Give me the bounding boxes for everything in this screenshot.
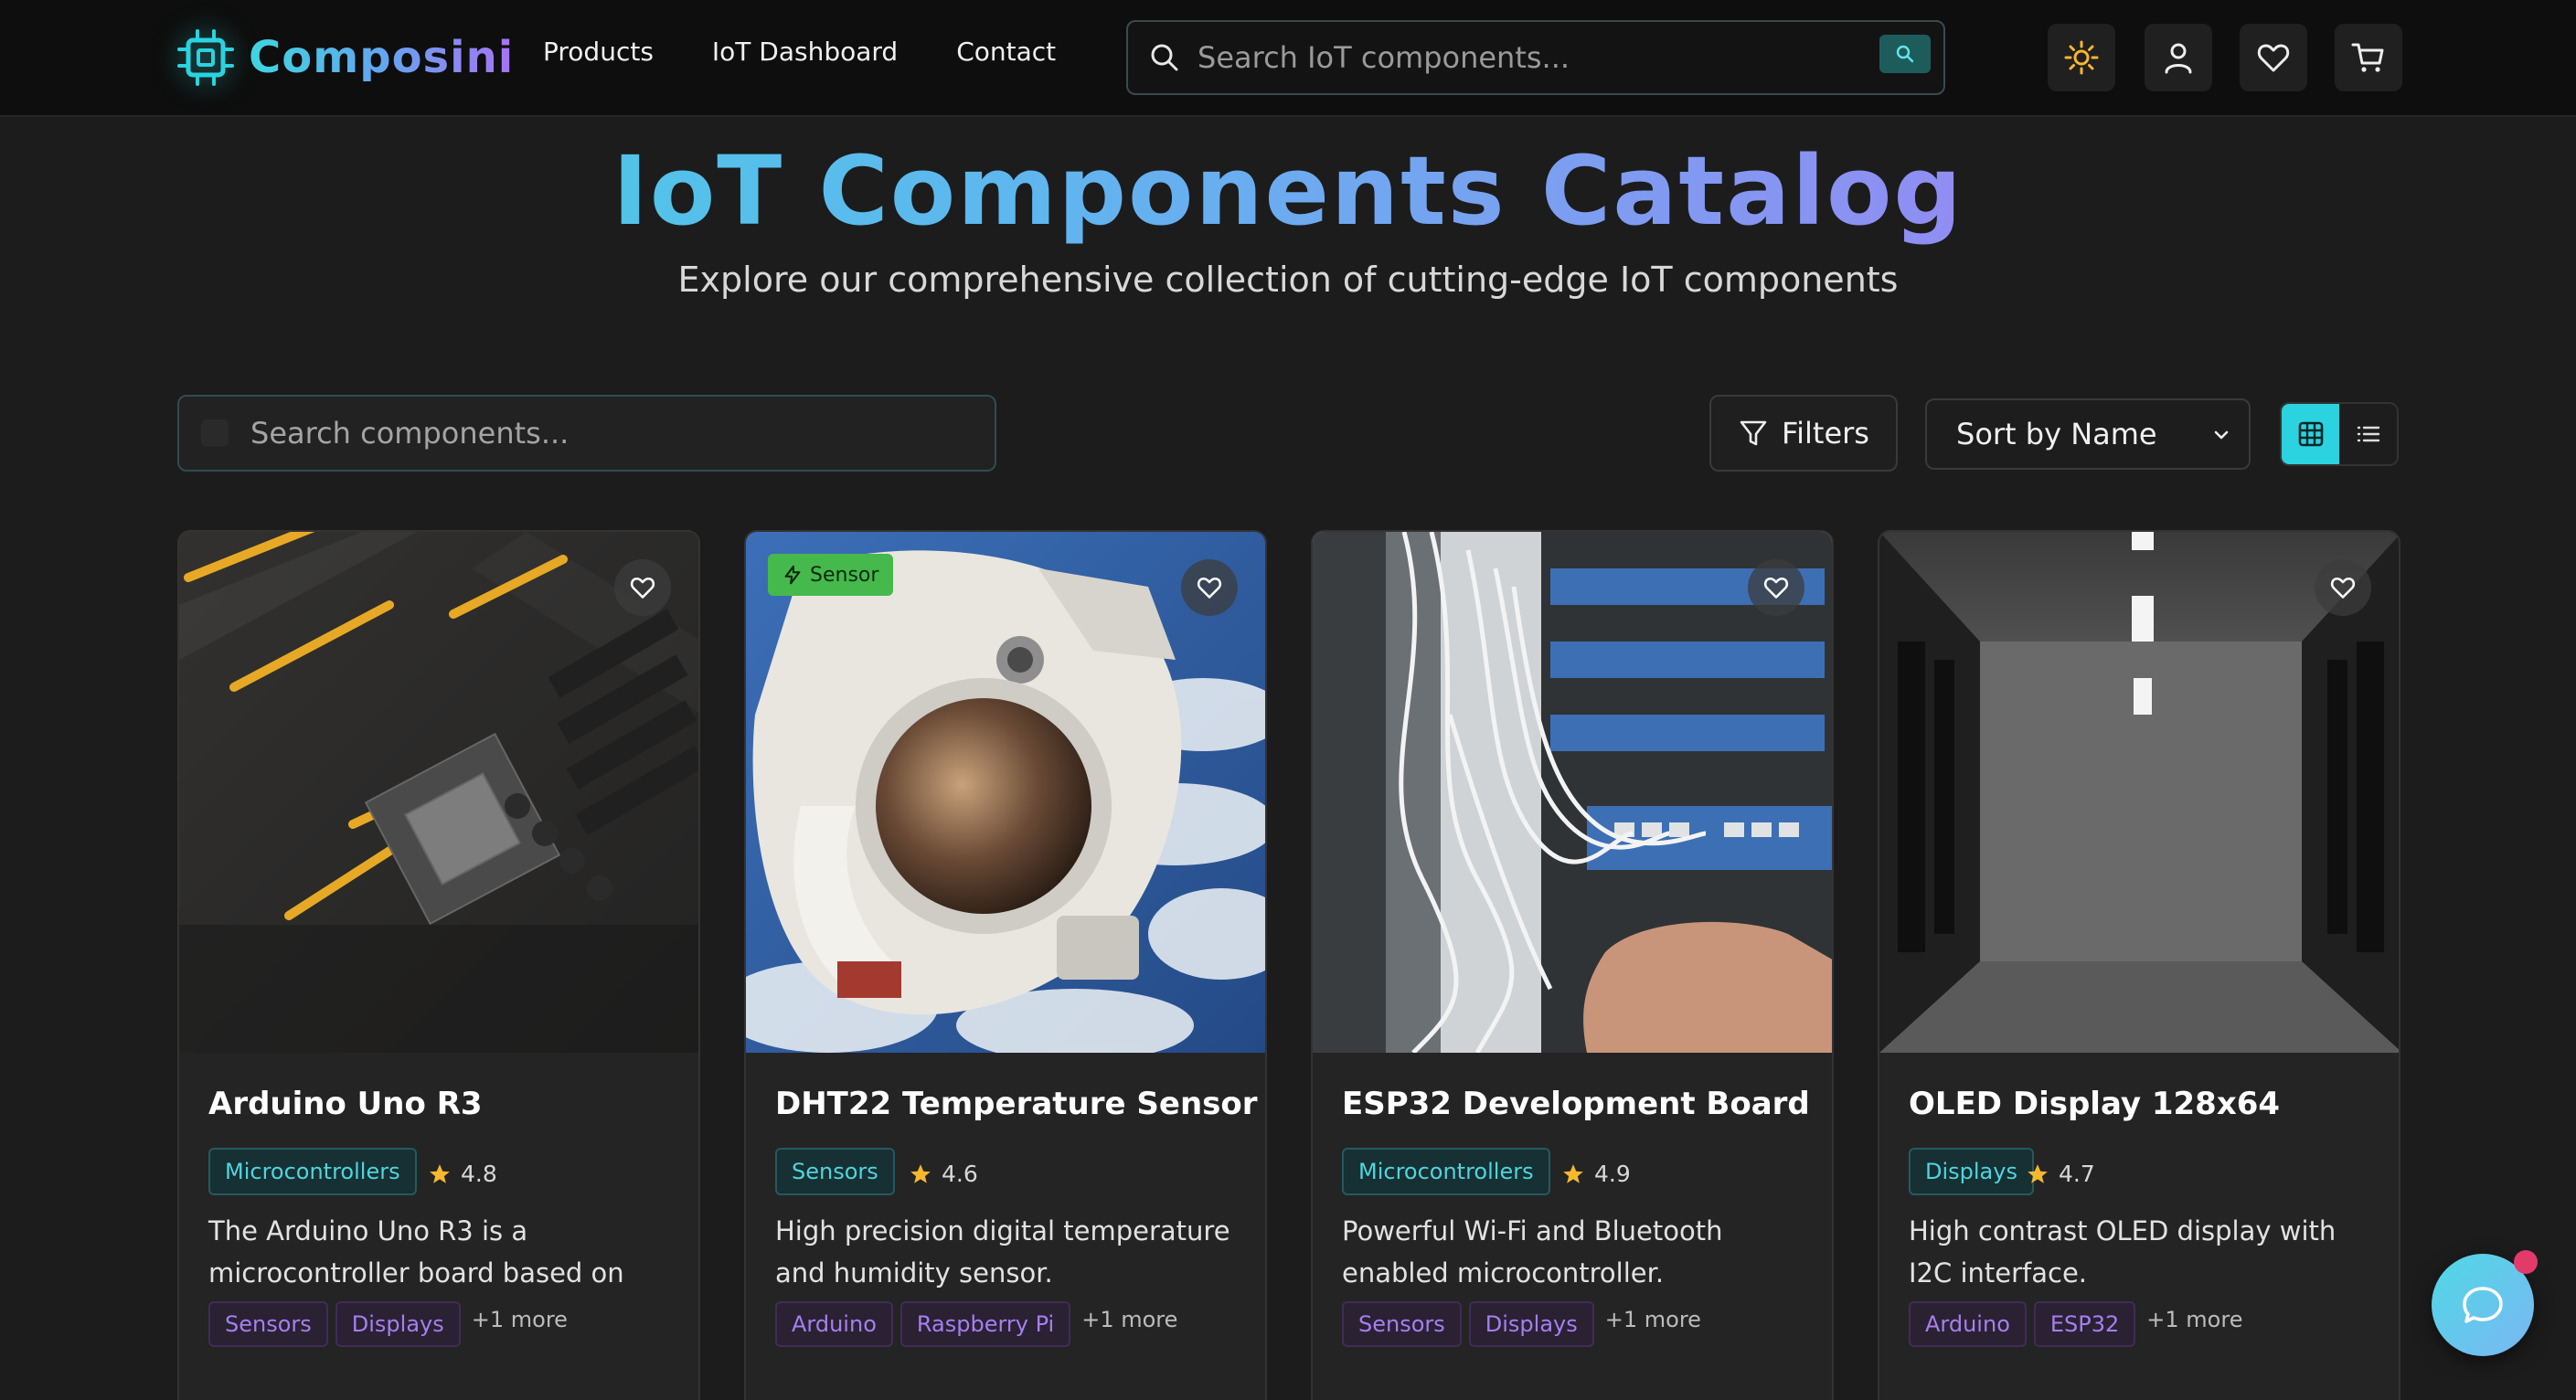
sun-icon [2064, 40, 2099, 75]
product-rating: 4.6 [909, 1161, 978, 1187]
brand-name: Composini [249, 32, 515, 83]
product-card[interactable]: Sensor DHT22 Temperature Sensor Sensors … [744, 530, 1267, 1400]
page-title: IoT Components Catalog [0, 135, 2576, 247]
product-rating: 4.9 [1561, 1161, 1631, 1187]
view-toggle [2280, 402, 2399, 466]
product-rating: 4.7 [2026, 1161, 2095, 1187]
grid-icon [2298, 421, 2323, 447]
account-button[interactable] [2145, 24, 2212, 91]
cart-button[interactable] [2335, 24, 2402, 91]
component-search-input[interactable] [250, 416, 963, 451]
search-icon [1148, 41, 1181, 74]
favorite-button[interactable] [1181, 559, 1238, 616]
top-navbar: Composini Products IoT Dashboard Contact [0, 0, 2576, 117]
category-badge: Sensors [775, 1148, 895, 1195]
product-title[interactable]: DHT22 Temperature Sensor [775, 1086, 1258, 1122]
filters-button[interactable]: Filters [1709, 395, 1898, 472]
star-icon [1563, 1163, 1583, 1183]
product-description: High contrast OLED display with I2C inte… [1909, 1215, 2336, 1289]
star-icon [2028, 1163, 2048, 1183]
page-subtitle: Explore our comprehensive collection of … [677, 260, 1899, 300]
rating-value: 4.7 [2059, 1161, 2095, 1187]
header-search-input[interactable] [1198, 40, 1837, 75]
type-badge: Sensor [768, 554, 894, 596]
more-tags: +1 more [471, 1307, 568, 1332]
product-image [1313, 532, 1832, 1053]
compatibility-tags: Sensors Displays +1 more [1342, 1301, 1701, 1347]
search-submit-button[interactable] [1879, 35, 1931, 73]
category-badge: Displays [1909, 1148, 2034, 1195]
star-icon [430, 1163, 450, 1183]
tag: Sensors [208, 1301, 328, 1347]
cart-icon [2351, 43, 2384, 72]
sort-value: Sort by Name [1956, 417, 2157, 451]
component-search [177, 395, 996, 472]
nav-iot-dashboard[interactable]: IoT Dashboard [712, 37, 898, 67]
tag: Raspberry Pi [899, 1301, 1071, 1347]
product-title[interactable]: ESP32 Development Board [1342, 1086, 1810, 1122]
product-description: Powerful Wi-Fi and Bluetooth enabled mic… [1342, 1215, 1723, 1289]
grid-view-button[interactable] [2282, 404, 2339, 464]
tag: Displays [335, 1301, 461, 1347]
list-view-button[interactable] [2339, 404, 2397, 464]
tag: Arduino [1909, 1301, 2027, 1347]
heart-icon [1763, 577, 1789, 599]
product-image [746, 532, 1265, 1053]
product-title[interactable]: Arduino Uno R3 [208, 1086, 483, 1122]
badge-label: Sensor [810, 563, 879, 587]
rating-value: 4.9 [1594, 1161, 1631, 1187]
search-icon [1896, 45, 1914, 63]
compatibility-tags: Arduino Raspberry Pi +1 more [775, 1301, 1177, 1347]
chevron-down-icon [2214, 430, 2229, 440]
nav-contact[interactable]: Contact [956, 37, 1056, 67]
product-image [179, 532, 698, 1053]
filters-label: Filters [1782, 416, 1869, 451]
product-rating: 4.8 [428, 1161, 497, 1187]
compatibility-tags: Sensors Displays +1 more [208, 1301, 568, 1347]
heart-icon [2257, 44, 2290, 72]
star-icon [910, 1163, 931, 1183]
tag: ESP32 [2033, 1301, 2136, 1347]
favorite-button[interactable] [2315, 559, 2371, 616]
main-nav: Products IoT Dashboard Contact [543, 37, 1056, 67]
product-description: High precision digital temperature and h… [775, 1215, 1230, 1289]
compatibility-tags: Arduino ESP32 +1 more [1909, 1301, 2242, 1347]
sort-select[interactable]: Sort by Name [1925, 398, 2251, 470]
heart-icon [1197, 577, 1222, 599]
rating-value: 4.8 [461, 1161, 497, 1187]
brand-logo[interactable]: Composini [176, 27, 514, 88]
rating-value: 4.6 [942, 1161, 978, 1187]
product-image [1879, 532, 2399, 1053]
tag: Displays [1468, 1301, 1594, 1347]
more-tags: +1 more [1604, 1307, 1701, 1332]
tag: Sensors [1342, 1301, 1462, 1347]
search-icon [201, 419, 229, 447]
notification-dot [2514, 1250, 2538, 1274]
product-title[interactable]: OLED Display 128x64 [1909, 1086, 2280, 1122]
user-icon [2165, 43, 2192, 74]
wishlist-button[interactable] [2240, 24, 2307, 91]
favorite-button[interactable] [1748, 559, 1804, 616]
favorite-button[interactable] [614, 559, 671, 616]
more-tags: +1 more [1081, 1307, 1178, 1332]
heart-icon [630, 577, 655, 599]
lightning-icon [784, 565, 801, 585]
theme-toggle-button[interactable] [2048, 24, 2115, 91]
header-search [1126, 20, 1945, 95]
chat-button[interactable] [2432, 1250, 2538, 1356]
nav-products[interactable]: Products [543, 37, 654, 67]
more-tags: +1 more [2146, 1307, 2243, 1332]
product-card[interactable]: Arduino Uno R3 Microcontrollers 4.8 The … [177, 530, 700, 1400]
product-card[interactable]: OLED Display 128x64 Displays 4.7 High co… [1878, 530, 2400, 1400]
filter-icon [1740, 420, 1767, 446]
list-icon [2357, 426, 2379, 442]
category-badge: Microcontrollers [1342, 1148, 1550, 1195]
chat-bubble-icon [2463, 1287, 2503, 1323]
category-badge: Microcontrollers [208, 1148, 417, 1195]
tag: Arduino [775, 1301, 893, 1347]
product-card[interactable]: ESP32 Development Board Microcontrollers… [1311, 530, 1834, 1400]
heart-icon [2330, 577, 2356, 599]
chip-icon [176, 27, 236, 88]
